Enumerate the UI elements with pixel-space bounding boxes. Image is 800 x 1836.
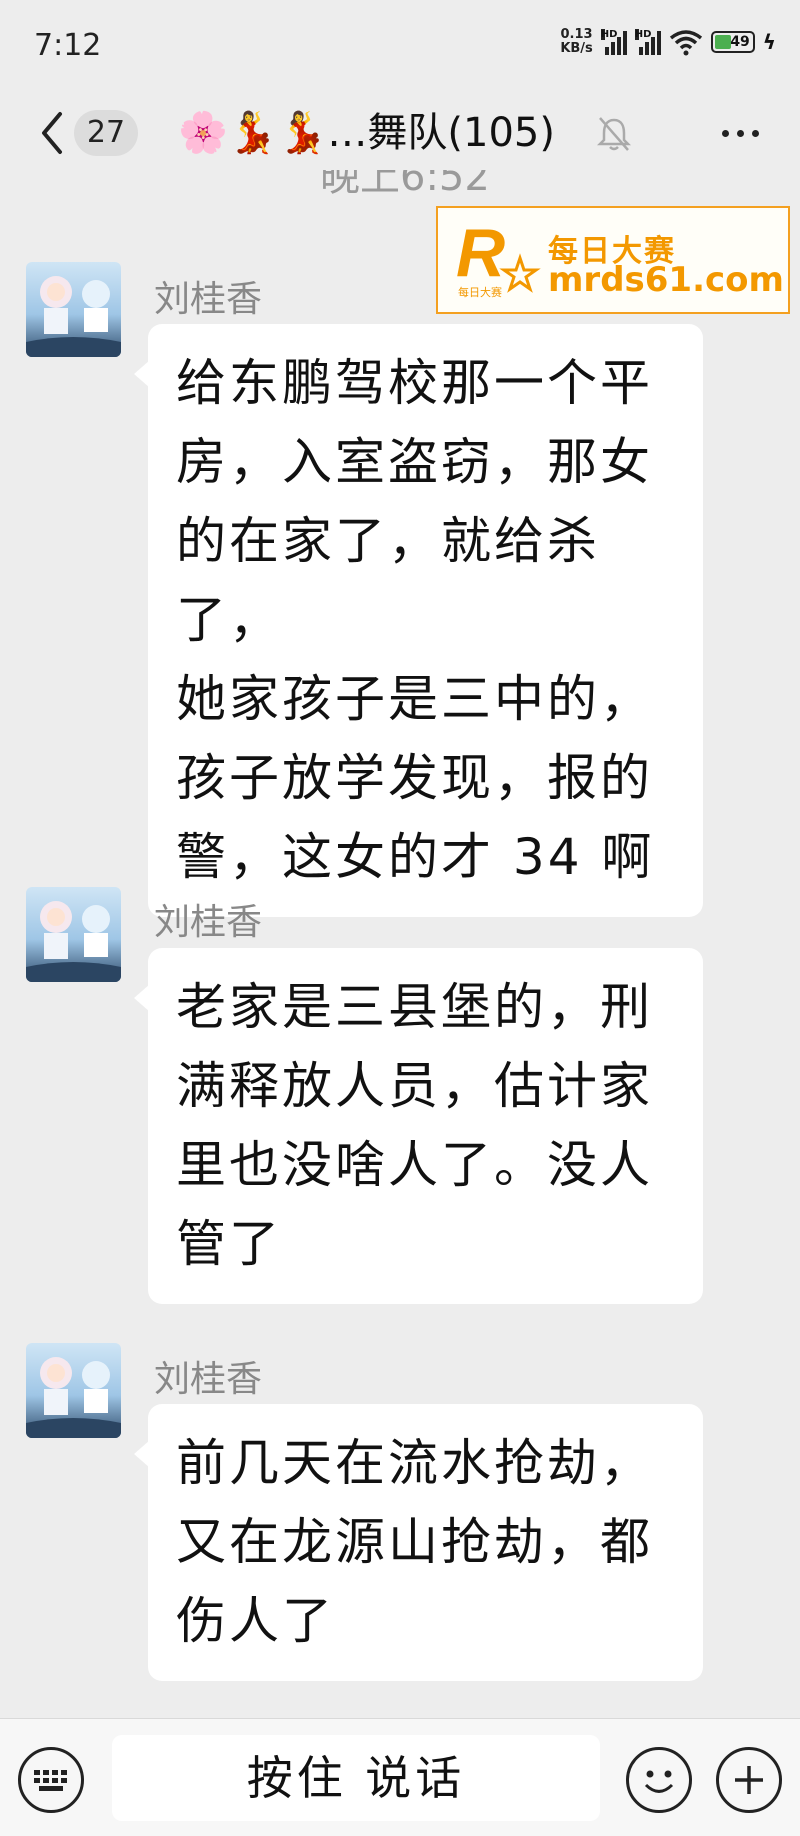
emoji-icon[interactable] <box>626 1747 692 1813</box>
keyboard-icon[interactable] <box>18 1747 84 1813</box>
wifi-icon <box>669 30 702 56</box>
message-sender: 刘桂香 <box>154 1359 263 1400</box>
message-bubble[interactable]: 老家是三县堡的，刑 满释放人员，估计家 里也没啥人了。没人 管了 <box>134 948 703 1304</box>
network-speed: 0.13 KB/s <box>560 27 593 56</box>
message-sender: 刘桂香 <box>154 902 263 943</box>
chat-title[interactable]: 🌸💃💃…舞队(105) <box>178 106 555 160</box>
message-sender: 刘桂香 <box>154 279 263 320</box>
timestamp-divider: 晚上6:52 <box>320 170 490 200</box>
watermark: R 每日大赛 每日大赛 mrds61.com <box>436 206 790 314</box>
status-time: 7:12 <box>34 28 102 63</box>
mute-bell-icon <box>596 117 632 151</box>
avatar-image <box>26 901 121 982</box>
signal-icon-2: HD <box>634 29 661 55</box>
watermark-url: mrds61.com <box>548 260 784 300</box>
charging-icon: ϟ <box>762 30 776 54</box>
svg-text:R: R <box>456 216 505 291</box>
battery-icon: 49 <box>710 31 755 53</box>
avatar-image <box>26 276 121 357</box>
input-bar: 按住 说话 <box>0 1718 800 1836</box>
avatar-image <box>26 1357 121 1438</box>
svg-text:每日大赛: 每日大赛 <box>458 285 502 299</box>
system-icons: 0.13 KB/s HD HD 49 ϟ <box>560 28 776 56</box>
plus-icon[interactable] <box>716 1747 782 1813</box>
avatar[interactable] <box>26 1343 121 1438</box>
title-emoji: 🌸💃💃 <box>178 110 328 156</box>
hold-to-talk-button[interactable]: 按住 说话 <box>112 1735 600 1821</box>
message-bubble[interactable]: 前几天在流水抢劫， 又在龙源山抢劫，都 伤人了 <box>134 1404 703 1681</box>
status-bar: 7:12 0.13 KB/s HD HD 49 ϟ <box>0 0 800 90</box>
chat-header: 27 🌸💃💃…舞队(105) <box>0 92 800 174</box>
more-options-icon[interactable] <box>722 130 759 137</box>
back-arrow-icon[interactable] <box>34 108 74 158</box>
avatar[interactable] <box>26 887 121 982</box>
unread-count-badge[interactable]: 27 <box>74 110 138 156</box>
title-text: …舞队(105) <box>327 110 555 156</box>
watermark-logo: R 每日大赛 <box>456 216 541 299</box>
avatar[interactable] <box>26 262 121 357</box>
signal-icon: HD <box>600 29 627 55</box>
message-bubble[interactable]: 给东鹏驾校那一个平 房，入室盗窃，那女 的在家了，就给杀了， 她家孩子是三中的，… <box>134 324 703 917</box>
